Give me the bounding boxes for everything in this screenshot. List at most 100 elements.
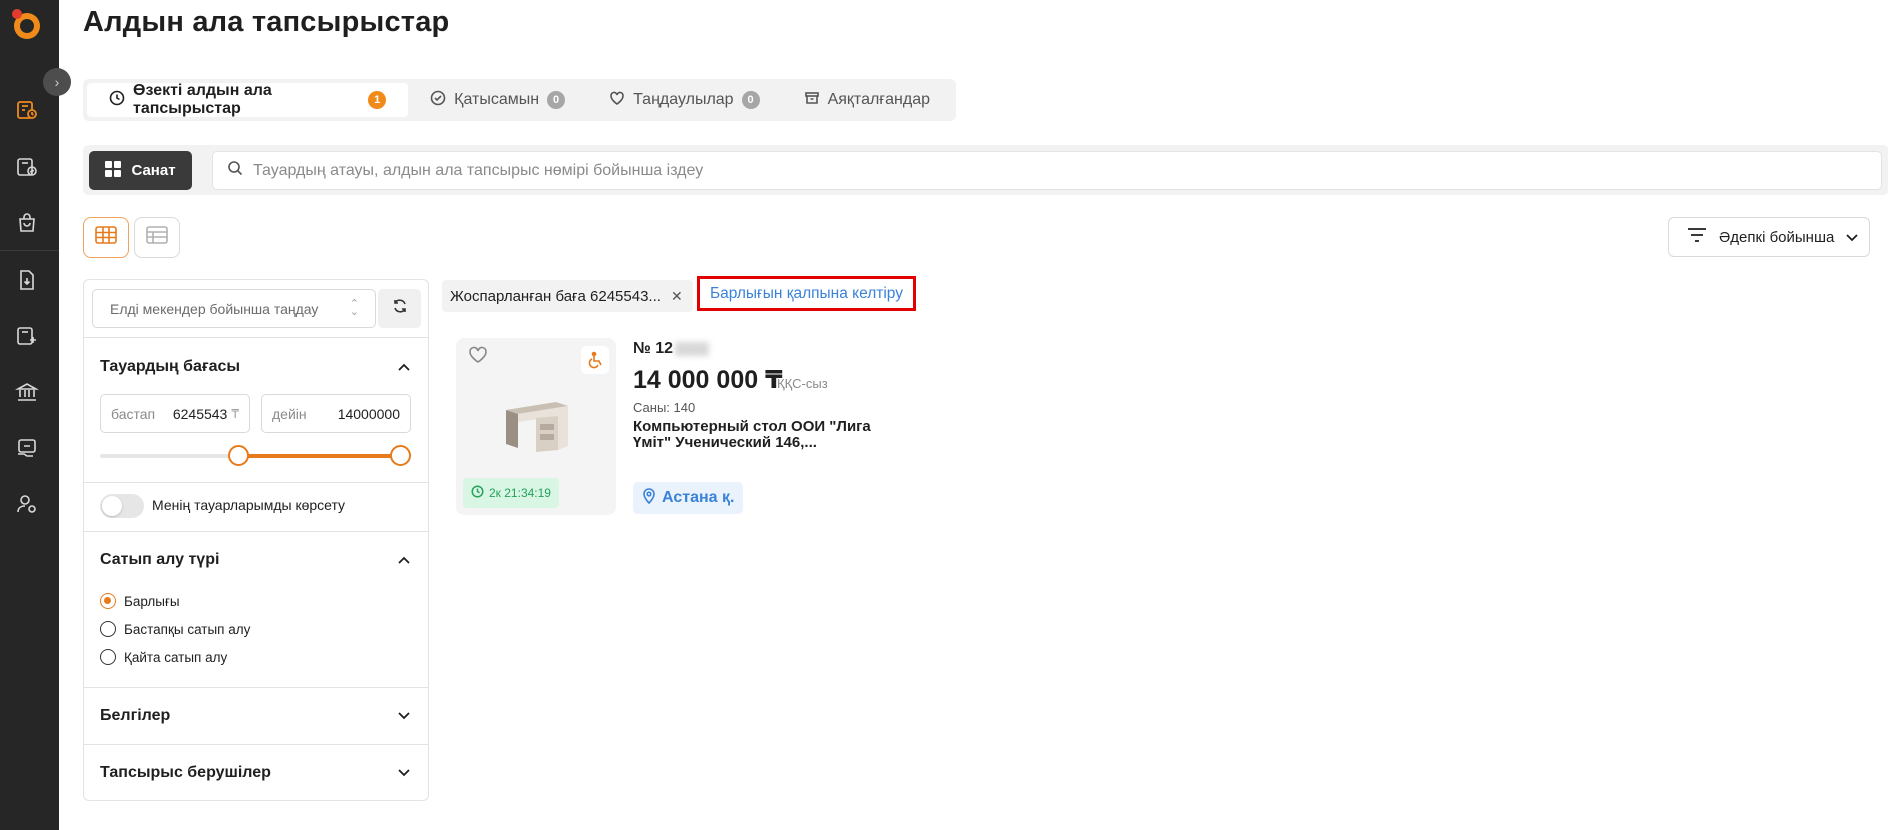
location-pin-icon [642, 487, 656, 509]
product-qty: Саны: 140 [633, 400, 696, 415]
product-image[interactable]: 2к 21:34:19 [456, 338, 616, 515]
nav-bank-icon[interactable] [14, 379, 40, 405]
radio-button[interactable] [100, 649, 116, 665]
purchase-type-heading: Сатып алу түрі [100, 551, 220, 568]
radio-repeat-purchase[interactable]: Қайта сатып алу [100, 649, 227, 665]
remove-filter-icon[interactable]: ✕ [671, 288, 683, 305]
redacted-number [675, 342, 710, 356]
accessibility-icon [581, 346, 609, 374]
nav-bag-icon[interactable] [14, 210, 40, 236]
archive-icon [804, 90, 820, 111]
my-products-label: Менің тауарларымды көрсету [152, 497, 346, 513]
product-price: 14 000 000 ₸ [633, 366, 783, 394]
price-to-label: дейін [272, 405, 307, 422]
chevron-down-icon[interactable] [398, 709, 410, 723]
search-icon [227, 160, 243, 181]
price-to-input[interactable]: дейін 14000000 [261, 394, 411, 433]
app-logo-icon[interactable] [9, 6, 45, 42]
radio-label: Бастапқы сатып алу [124, 621, 251, 637]
tab-completed[interactable]: Аяқталғандар [782, 83, 952, 117]
tab-count-badge: 0 [547, 91, 566, 109]
nav-download-doc-icon[interactable] [14, 267, 40, 293]
tab-participating[interactable]: Қатысамын 0 [408, 83, 587, 117]
radio-initial-purchase[interactable]: Бастапқы сатып алу [100, 621, 250, 637]
countdown-timer: 2к 21:34:19 [463, 478, 559, 508]
city-badge: Астана қ. [633, 482, 744, 514]
table-view-icon [146, 226, 168, 249]
tab-label: Өзекті алдын ала тапсырыстар [133, 82, 272, 117]
nav-approved-icon[interactable] [14, 154, 40, 180]
price-to-value: 14000000 [337, 405, 400, 422]
tab-favorites[interactable]: Таңдаулылар 0 [587, 83, 781, 117]
price-from-value: 6245543 [172, 405, 228, 422]
tabs-bar: Өзекті алдын ала тапсырыстар 1 Қатысамын… [83, 79, 956, 121]
price-from-label: бастап [111, 405, 156, 422]
sort-label: Әдепкі бойынша [1719, 228, 1835, 246]
favorite-heart-icon[interactable] [468, 346, 488, 369]
search-field [212, 151, 1882, 190]
grid-icon [105, 160, 122, 181]
tab-label: Таңдаулылар [633, 91, 734, 108]
preorder-number[interactable]: № 12 [633, 340, 710, 358]
reset-all-label: Барлығын қалпына келтіру [709, 284, 904, 302]
locality-select[interactable]: Елді мекендер бойынша таңдау ⌃ ⌄ [92, 289, 376, 328]
nav-add-doc-icon[interactable] [14, 323, 40, 349]
heart-icon [609, 90, 625, 111]
refresh-icon [392, 298, 408, 319]
tab-current-preorders[interactable]: Өзекті алдын ала тапсырыстар 1 [87, 82, 409, 117]
product-title[interactable]: Компьютерный стол ООИ "Лига Үміт" Ученич… [633, 419, 893, 451]
chevron-up-icon[interactable] [398, 553, 410, 567]
category-label: Санат [131, 162, 176, 179]
reset-all-link[interactable]: Барлығын қалпына келтіру [697, 276, 916, 311]
refresh-button[interactable] [378, 289, 421, 328]
main-content: Алдын ала тапсырыстар Өзекті алдын ала т… [59, 0, 1888, 830]
tab-label: Аяқталғандар [827, 91, 930, 108]
currency-symbol: ₸ [231, 406, 239, 421]
price-from-input[interactable]: бастап 6245543 ₸ [100, 394, 250, 433]
tab-count-badge: 1 [368, 91, 387, 109]
nav-handshake-icon[interactable] [14, 435, 40, 461]
vat-note: ҚҚС-сыз [777, 376, 828, 391]
filters-panel: Елді мекендер бойынша таңдау ⌃ ⌄ Тауардың… [83, 279, 429, 801]
customers-heading[interactable]: Тапсырыс берушілер [100, 764, 271, 782]
category-button[interactable]: Санат [89, 151, 192, 190]
tab-count-badge: 0 [741, 91, 760, 109]
preorder-number-text: № 12 [633, 340, 674, 357]
clock-icon [109, 90, 125, 111]
tags-heading[interactable]: Белгілер [100, 707, 170, 725]
clock-icon [471, 485, 484, 501]
sidebar-toggle-button[interactable]: › [43, 68, 71, 96]
select-arrows-icon: ⌃ ⌄ [349, 298, 359, 318]
price-slider-max-handle[interactable] [390, 445, 411, 466]
my-products-toggle[interactable] [100, 494, 144, 518]
grid-view-button[interactable] [83, 217, 129, 258]
price-heading: Тауардың бағасы [100, 358, 241, 375]
city-label: Астана қ. [662, 489, 735, 506]
tab-label: Қатысамын [454, 91, 540, 108]
sidebar [0, 0, 59, 830]
table-view-button[interactable] [134, 217, 180, 258]
radio-button[interactable] [100, 593, 116, 609]
chevron-down-icon[interactable] [398, 766, 410, 780]
sort-dropdown[interactable]: Әдепкі бойынша [1668, 217, 1870, 257]
filter-lines-icon [1687, 227, 1707, 247]
page-title: Алдын ала тапсырыстар [83, 6, 450, 38]
price-slider-min-handle[interactable] [228, 445, 249, 466]
nav-preorders-icon[interactable] [14, 97, 40, 123]
chevron-up-icon[interactable] [398, 360, 410, 374]
timer-text: 2к 21:34:19 [489, 486, 551, 500]
radio-label: Қайта сатып алу [124, 649, 228, 665]
search-input[interactable] [253, 161, 1881, 180]
radio-all[interactable]: Барлығы [100, 593, 180, 609]
chevron-down-icon [1846, 229, 1858, 246]
chip-label: Жоспарланған баға 6245543... [450, 287, 661, 305]
desk-image [496, 388, 576, 458]
search-bar: Санат [83, 145, 1888, 195]
grid-view-icon [95, 226, 117, 249]
active-filter-chip: Жоспарланған баға 6245543... ✕ [442, 280, 693, 312]
price-slider-fill [237, 454, 399, 458]
nav-user-settings-icon[interactable] [14, 491, 40, 517]
radio-button[interactable] [100, 621, 116, 637]
radio-label: Барлығы [124, 593, 180, 609]
locality-placeholder: Елді мекендер бойынша таңдау [110, 300, 319, 317]
